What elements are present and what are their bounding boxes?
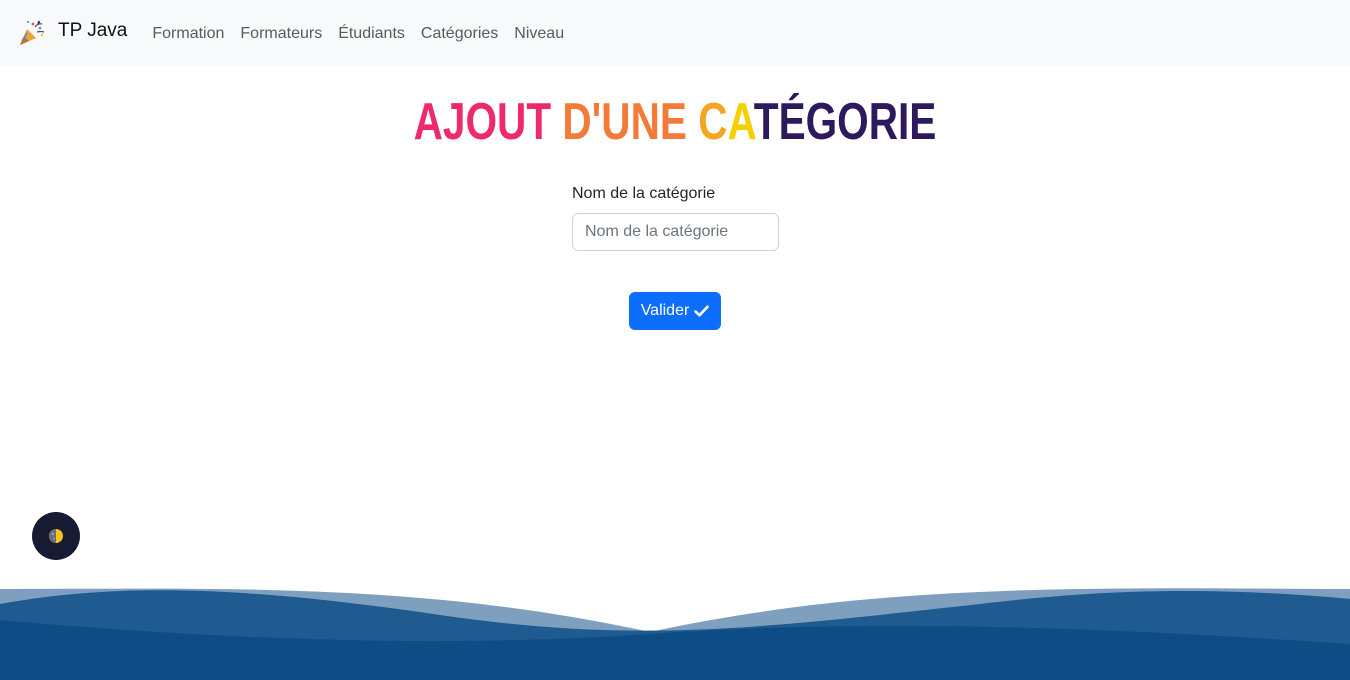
- nav-niveau[interactable]: Niveau: [506, 25, 572, 43]
- title-part-4: A: [727, 93, 754, 151]
- theme-toggle-button[interactable]: [32, 512, 80, 560]
- submit-button-label: Valider: [640, 302, 690, 319]
- category-name-label: Nom de la catégorie: [572, 185, 716, 202]
- submit-button[interactable]: Valider: [629, 292, 721, 330]
- party-popper-icon: [20, 20, 45, 45]
- title-part-2: D'UNE: [562, 93, 699, 151]
- nav-categories[interactable]: Catégories: [413, 25, 506, 43]
- half-moon-icon: [49, 529, 63, 543]
- navbar: TP Java Formation Formateurs Étudiants C…: [0, 0, 1350, 66]
- title-part-3: C: [698, 93, 728, 151]
- nav-etudiants[interactable]: Étudiants: [330, 25, 413, 43]
- title-part-1: AJOUT: [413, 93, 563, 151]
- footer-waves: [0, 580, 1350, 680]
- nav-formateurs[interactable]: Formateurs: [232, 25, 330, 43]
- brand-link[interactable]: TP Java: [18, 19, 127, 47]
- nav-formation[interactable]: Formation: [152, 25, 232, 43]
- category-name-input[interactable]: [572, 213, 779, 251]
- brand-title: TP Java: [58, 20, 128, 41]
- page-title: AJOUT D'UNE CATÉGORIE: [149, 92, 1202, 152]
- title-part-5: TÉGORIE: [753, 93, 937, 151]
- check-icon: [694, 305, 710, 317]
- nav-links: Formation Formateurs Étudiants Catégorie…: [152, 25, 572, 43]
- category-form: Nom de la catégorie: [572, 185, 779, 251]
